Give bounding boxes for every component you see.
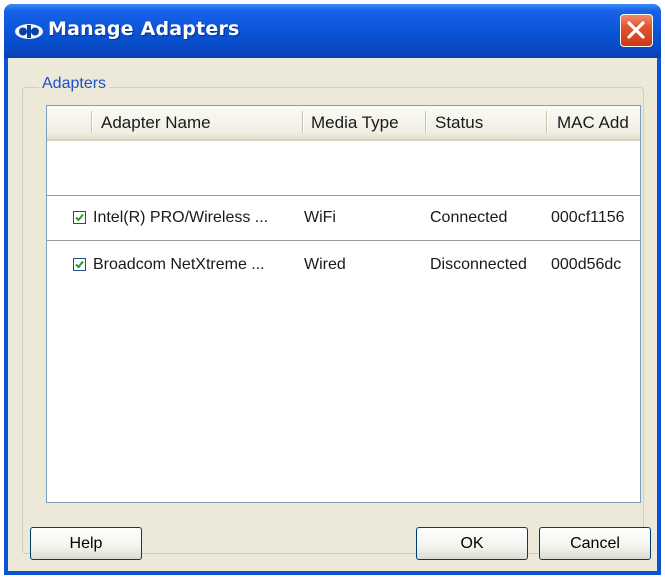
media-type-cell: Wired	[304, 256, 346, 273]
group-label: Adapters	[39, 75, 110, 93]
adapter-checkbox[interactable]	[73, 258, 86, 271]
table-row[interactable]: Broadcom NetXtreme ... Wired Disconnecte…	[47, 243, 640, 289]
adapters-list[interactable]: Adapter Name Media Type Status MAC Add I…	[46, 105, 641, 503]
media-type-cell: WiFi	[304, 209, 336, 226]
status-cell: Disconnected	[430, 256, 527, 273]
column-header-media-type[interactable]: Media Type	[303, 106, 425, 139]
ok-button[interactable]: OK	[416, 527, 528, 560]
mac-address-cell: 000cf1156	[551, 209, 625, 226]
close-button[interactable]	[620, 14, 653, 47]
column-header-status[interactable]: Status	[426, 106, 546, 139]
manage-adapters-window: Manage Adapters Adapters Adapter Name Me…	[4, 4, 661, 575]
table-row[interactable]: Intel(R) PRO/Wireless ... WiFi Connected…	[47, 195, 640, 241]
close-icon	[627, 21, 645, 39]
column-header-mac-address[interactable]: MAC Add	[547, 106, 640, 139]
dialog-client-area: Adapters Adapter Name Media Type Status …	[8, 58, 657, 571]
adapter-checkbox[interactable]	[73, 211, 86, 224]
status-cell: Connected	[430, 209, 508, 226]
mac-address-cell: 000d56dc	[551, 256, 622, 273]
window-title: Manage Adapters	[48, 18, 240, 40]
cancel-button[interactable]: Cancel	[539, 527, 651, 560]
adapter-name-cell: Intel(R) PRO/Wireless ...	[93, 209, 269, 226]
checkmark-icon	[75, 213, 84, 222]
title-bar[interactable]: Manage Adapters	[4, 4, 661, 58]
adapter-name-cell: Broadcom NetXtreme ...	[93, 256, 265, 273]
network-icon	[14, 23, 44, 40]
list-header: Adapter Name Media Type Status MAC Add	[47, 106, 640, 141]
help-button[interactable]: Help	[30, 527, 142, 560]
column-header-adapter-name[interactable]: Adapter Name	[91, 106, 303, 139]
checkmark-icon	[75, 260, 84, 269]
